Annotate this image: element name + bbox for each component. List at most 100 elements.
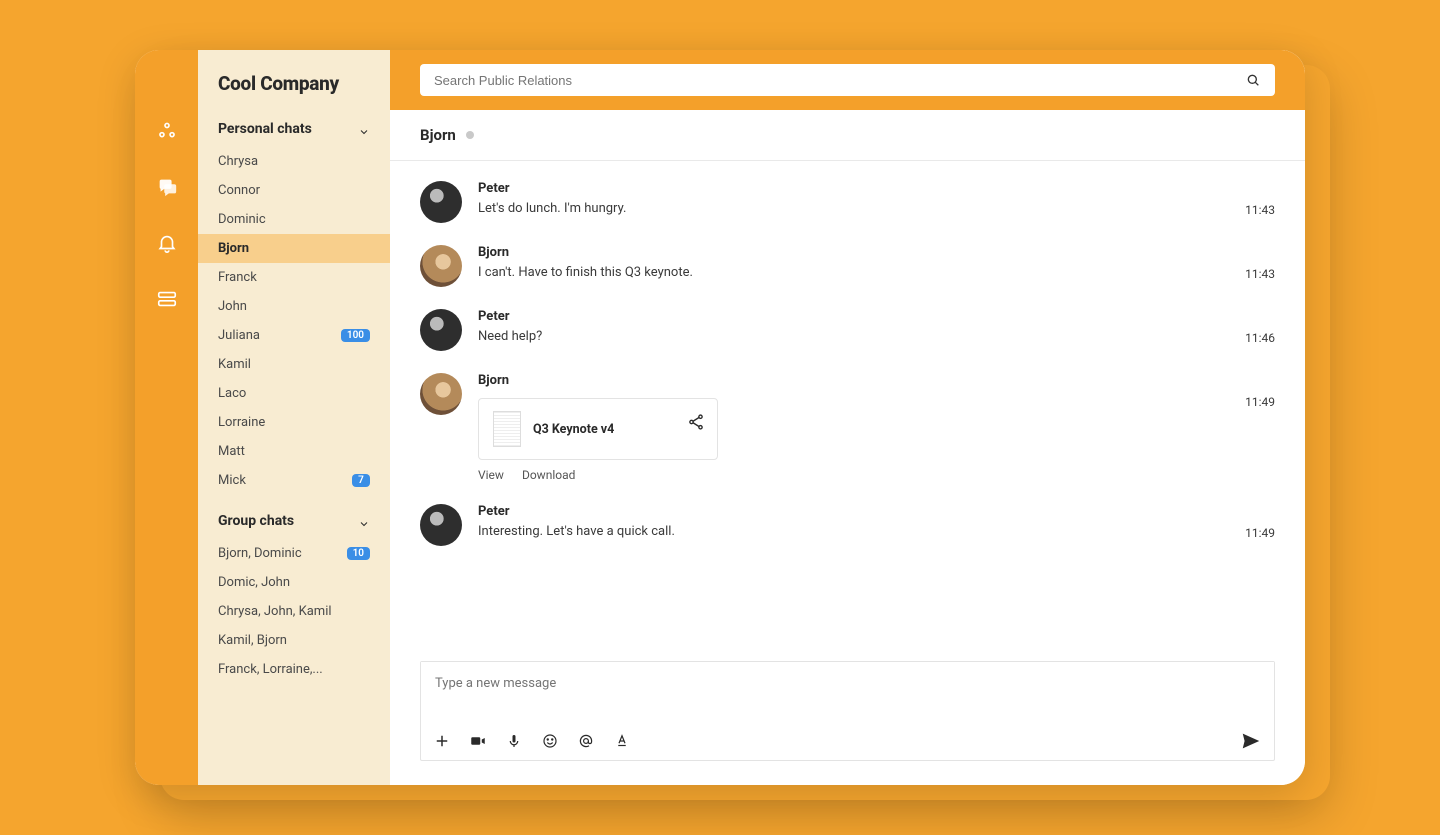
- chat-item-label: Kamil, Bjorn: [218, 633, 287, 648]
- search-icon[interactable]: [1245, 72, 1261, 88]
- avatar: [420, 245, 462, 287]
- conversation-header: Bjorn: [390, 110, 1305, 161]
- mic-icon[interactable]: [505, 732, 523, 750]
- chat-item[interactable]: Franck: [198, 263, 390, 292]
- chat-item-label: Franck, Lorraine,...: [218, 662, 323, 677]
- main-pane: Bjorn PeterLet's do lunch. I'm hungry.11…: [390, 50, 1305, 785]
- chevron-down-icon: [358, 123, 370, 135]
- status-indicator: [466, 131, 474, 139]
- file-attachment[interactable]: Q3 Keynote v4: [478, 398, 718, 460]
- emoji-icon[interactable]: [541, 732, 559, 750]
- chat-item-label: Kamil: [218, 357, 251, 372]
- layout-icon[interactable]: [156, 288, 178, 310]
- chat-item[interactable]: Kamil, Bjorn: [198, 626, 390, 655]
- message-time: 11:43: [1245, 203, 1275, 217]
- chat-item-label: Lorraine: [218, 415, 265, 430]
- message-body: Bjorn Q3 Keynote v4 View Download: [478, 373, 1275, 482]
- message-text: Let's do lunch. I'm hungry.: [478, 200, 1275, 218]
- chat-item[interactable]: Chrysa, John, Kamil: [198, 597, 390, 626]
- message-text: Need help?: [478, 328, 1275, 346]
- chat-icon[interactable]: [156, 176, 178, 198]
- chat-item-label: Bjorn, Dominic: [218, 546, 302, 561]
- chat-item[interactable]: John: [198, 292, 390, 321]
- send-button[interactable]: [1240, 730, 1262, 752]
- message-body: Peter Interesting. Let's have a quick cal…: [478, 504, 1275, 541]
- group-chats-header[interactable]: Group chats: [198, 513, 390, 539]
- chat-item[interactable]: Chrysa: [198, 147, 390, 176]
- message-body: Peter Need help?: [478, 309, 1275, 346]
- chat-item-label: John: [218, 299, 247, 314]
- chat-item[interactable]: Matt: [198, 437, 390, 466]
- group-chats-title: Group chats: [218, 513, 294, 529]
- chat-item-label: Laco: [218, 386, 246, 401]
- chat-item[interactable]: Bjorn: [198, 234, 390, 263]
- bell-icon[interactable]: [156, 232, 178, 254]
- chat-item-label: Matt: [218, 444, 245, 459]
- personal-chat-list: Chrysa Connor Dominic Bjorn Franck John Julian…: [198, 147, 390, 495]
- chat-item-label: Bjorn: [218, 241, 249, 256]
- message-time: 11:46: [1245, 331, 1275, 345]
- personal-chats-header[interactable]: Personal chats: [198, 121, 390, 147]
- chat-item[interactable]: Dominic: [198, 205, 390, 234]
- file-view-button[interactable]: View: [478, 468, 504, 482]
- avatar: [420, 181, 462, 223]
- message: Peter Interesting. Let's have a quick cal…: [420, 504, 1275, 546]
- chat-item-label: Mick: [218, 473, 246, 488]
- nav-rail: [135, 50, 198, 785]
- video-icon[interactable]: [469, 732, 487, 750]
- conversation-title: Bjorn: [420, 126, 456, 144]
- chat-item[interactable]: Mick 7: [198, 466, 390, 495]
- app-window: Cool Company Personal chats Chrysa Connor…: [135, 50, 1305, 785]
- message: BjornI can't. Have to finish this Q3 key…: [420, 245, 1275, 287]
- message-sender: Bjorn: [478, 373, 1275, 388]
- chat-item[interactable]: Franck, Lorraine,...: [198, 655, 390, 684]
- group-chat-list: Bjorn, Dominic 10 Domic, John Chrysa, John,…: [198, 539, 390, 684]
- search-box[interactable]: [420, 64, 1275, 96]
- chat-item-label: Chrysa, John, Kamil: [218, 604, 332, 619]
- avatar: [420, 309, 462, 351]
- mention-icon[interactable]: [577, 732, 595, 750]
- chat-item[interactable]: Laco: [198, 379, 390, 408]
- chat-item[interactable]: Lorraine: [198, 408, 390, 437]
- message-body: Peter Let's do lunch. I'm hungry.: [478, 181, 1275, 218]
- message-sender: Peter: [478, 181, 1275, 196]
- chat-item[interactable]: Juliana100: [198, 321, 390, 350]
- composer-toolbar: [421, 722, 1274, 760]
- file-download-button[interactable]: Download: [522, 468, 575, 482]
- brand-title: Cool Company: [198, 72, 390, 121]
- message-text: I can't. Have to finish this Q3 keynote.: [478, 264, 1275, 282]
- message-sender: Peter: [478, 309, 1275, 324]
- message-input[interactable]: [421, 662, 1274, 722]
- chat-item[interactable]: Bjorn, Dominic 10: [198, 539, 390, 568]
- chat-item[interactable]: Kamil: [198, 350, 390, 379]
- message-list: Peter Let's do lunch. I'm hungry.11:43 Bjo…: [390, 161, 1305, 661]
- chat-item-label: Chrysa: [218, 154, 258, 169]
- personal-chats-title: Personal chats: [218, 121, 312, 137]
- topbar: [390, 50, 1305, 110]
- message-text: Interesting. Let's have a quick call.: [478, 523, 1275, 541]
- search-input[interactable]: [434, 73, 1245, 88]
- chat-item[interactable]: Domic, John: [198, 568, 390, 597]
- chat-item[interactable]: Connor: [198, 176, 390, 205]
- avatar: [420, 373, 462, 415]
- unread-badge: 10: [347, 547, 370, 560]
- unread-badge: 7: [352, 474, 370, 487]
- file-actions: View Download: [478, 468, 1275, 482]
- message: Bjorn Q3 Keynote v4 View Download 11:49: [420, 373, 1275, 482]
- composer: [420, 661, 1275, 761]
- chat-item-label: Dominic: [218, 212, 266, 227]
- sidebar: Cool Company Personal chats Chrysa Connor…: [198, 50, 390, 785]
- share-icon[interactable]: [687, 413, 705, 431]
- message: Peter Let's do lunch. I'm hungry.11:43: [420, 181, 1275, 223]
- format-icon[interactable]: [613, 732, 631, 750]
- plus-icon[interactable]: [433, 732, 451, 750]
- chat-item-label: Juliana: [218, 328, 260, 343]
- chat-item-label: Connor: [218, 183, 260, 198]
- org-icon[interactable]: [156, 120, 178, 142]
- message-sender: Peter: [478, 504, 1275, 519]
- message-body: BjornI can't. Have to finish this Q3 key…: [478, 245, 1275, 282]
- file-name: Q3 Keynote v4: [533, 422, 614, 437]
- chevron-down-icon: [358, 515, 370, 527]
- message-time: 11:49: [1245, 395, 1275, 409]
- chat-item-label: Domic, John: [218, 575, 290, 590]
